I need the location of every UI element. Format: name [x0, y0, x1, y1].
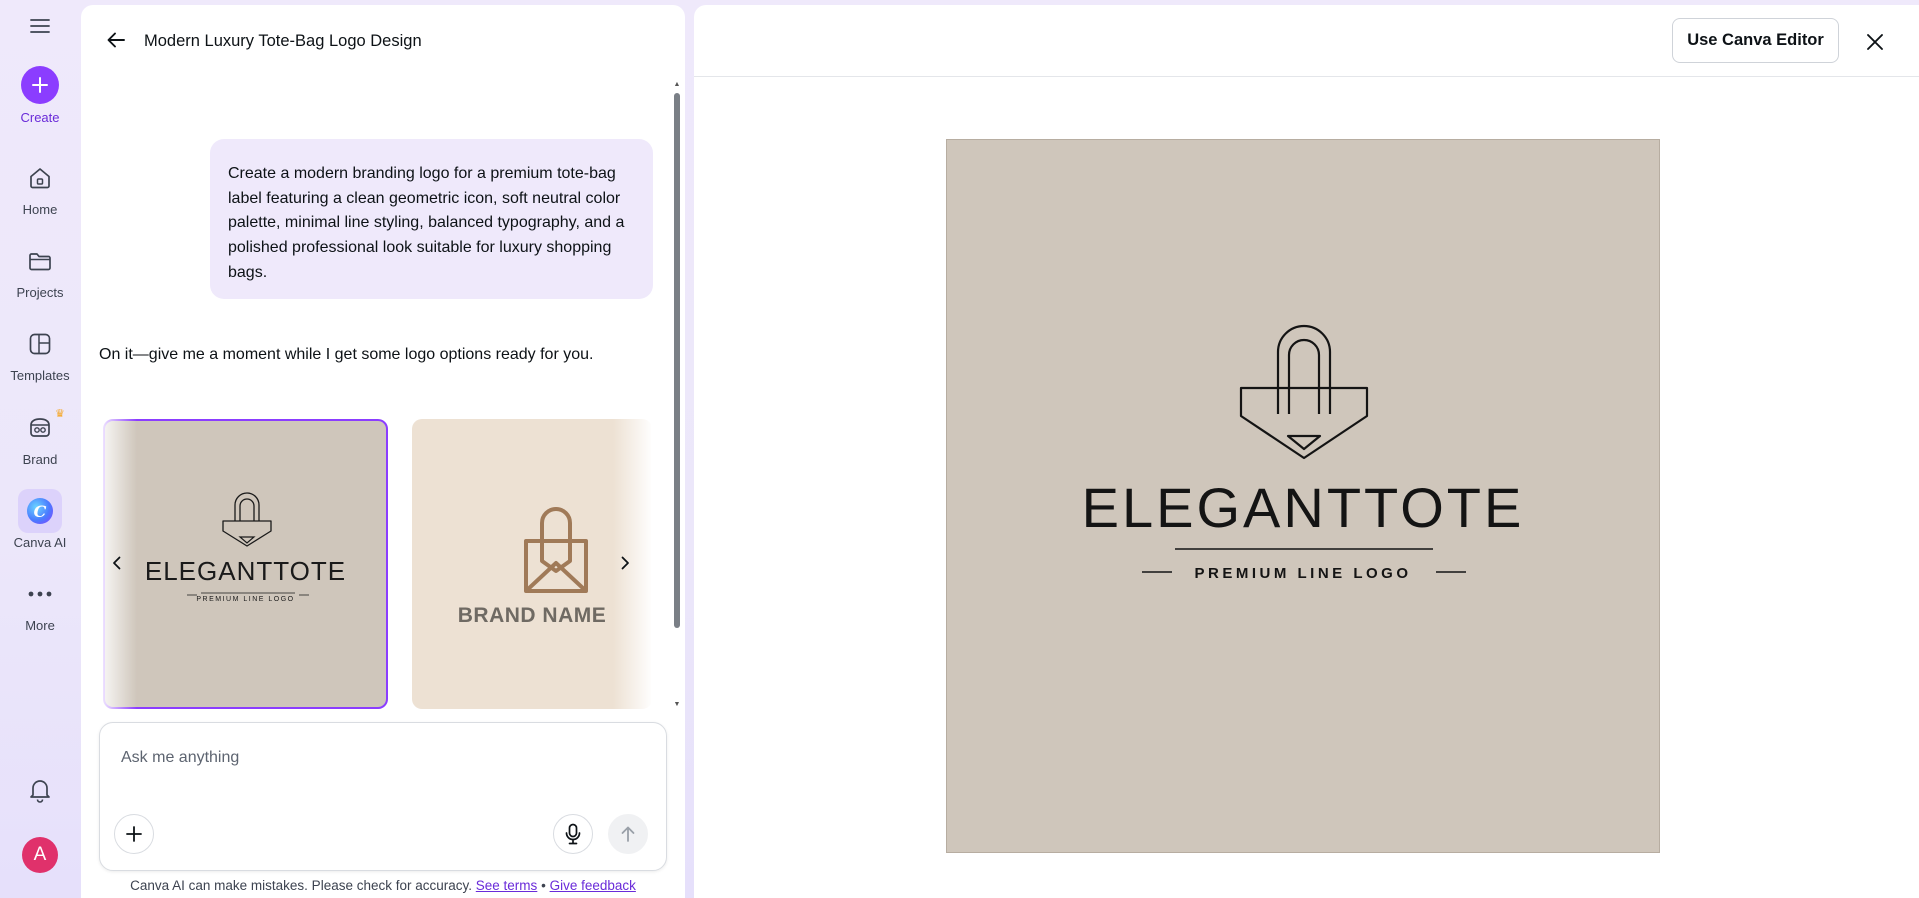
create-label: Create: [20, 110, 60, 125]
add-attachment-button[interactable]: [114, 814, 154, 854]
canva-ai-icon: C: [18, 489, 62, 533]
logo-subtitle: PREMIUM LINE LOGO: [1194, 565, 1412, 582]
more-dots-icon: [18, 572, 62, 616]
disclaimer: Canva AI can make mistakes. Please check…: [81, 878, 685, 893]
canva-ai-logo: C: [27, 498, 53, 524]
plus-icon: [21, 66, 59, 104]
disclaimer-text: Canva AI can make mistakes. Please check…: [130, 878, 473, 893]
create-button[interactable]: Create: [0, 66, 80, 125]
carousel-prev-button[interactable]: [103, 549, 131, 577]
rail-item-brand[interactable]: Brand: [0, 406, 80, 467]
logo-title: ELEGANTTOTE: [1081, 476, 1525, 539]
bell-icon: [18, 768, 62, 812]
give-feedback-link[interactable]: Give feedback: [550, 878, 636, 893]
user-message: Create a modern branding logo for a prem…: [210, 139, 653, 299]
home-icon: [18, 156, 62, 200]
left-rail: Create Home Projects Templates ♛ Brand C…: [0, 0, 80, 898]
scroll-down-arrow[interactable]: ▼: [673, 701, 681, 708]
see-terms-link[interactable]: See terms: [476, 878, 538, 893]
canva-ai-label: Canva AI: [13, 535, 67, 550]
rail-item-more[interactable]: More: [0, 572, 80, 633]
projects-label: Projects: [16, 285, 64, 300]
scroll-up-arrow[interactable]: ▲: [673, 81, 681, 88]
preview-panel: Use Canva Editor ELEGANTTOTE PREMIUM LIN…: [694, 5, 1919, 898]
folder-icon: [18, 239, 62, 283]
arrow-up-icon: [621, 826, 635, 842]
notifications-button[interactable]: [0, 768, 80, 812]
use-canva-editor-button[interactable]: Use Canva Editor: [1672, 18, 1839, 63]
carousel-next-button[interactable]: [611, 549, 639, 577]
brand-icon: [18, 406, 62, 450]
logo-preview-canvas: ELEGANTTOTE PREMIUM LINE LOGO: [946, 139, 1660, 853]
brand-label: Brand: [22, 452, 58, 467]
chevron-left-icon: [113, 556, 121, 570]
logo-options-carousel: ELEGANTTOTE PREMIUM LINE LOGO BRAND NAME: [99, 414, 651, 710]
tote-bag-logo-icon: [1239, 324, 1369, 460]
microphone-button[interactable]: [553, 814, 593, 854]
more-label: More: [25, 618, 55, 633]
avatar[interactable]: A: [22, 837, 58, 873]
menu-icon[interactable]: [22, 12, 58, 40]
chat-title: Modern Luxury Tote-Bag Logo Design: [144, 32, 422, 50]
option-1-title: ELEGANTTOTE: [144, 556, 347, 586]
chat-scrollbar[interactable]: ▲ ▼: [673, 81, 681, 711]
ask-input[interactable]: [119, 745, 639, 771]
rail-item-templates[interactable]: Templates: [0, 322, 80, 383]
rail-item-canva-ai[interactable]: C Canva AI: [0, 489, 80, 550]
scroll-thumb[interactable]: [674, 93, 680, 628]
templates-label: Templates: [10, 368, 70, 383]
disclaimer-separator: •: [541, 878, 546, 893]
close-icon[interactable]: [1863, 30, 1887, 54]
option-1-subtitle: PREMIUM LINE LOGO: [196, 596, 295, 603]
preview-toolbar: Use Canva Editor: [694, 5, 1919, 77]
rail-item-home[interactable]: Home: [0, 156, 80, 217]
send-button[interactable]: [608, 814, 648, 854]
plus-icon: [126, 826, 142, 842]
assistant-message: On it—give me a moment while I get some …: [99, 346, 594, 363]
microphone-icon: [565, 823, 581, 845]
option-2-title: BRAND NAME: [457, 604, 607, 627]
tote-bag-logo-icon: [222, 492, 272, 547]
chat-panel: Modern Luxury Tote-Bag Logo Design Creat…: [81, 5, 685, 898]
tote-bag-logo-icon: [524, 507, 588, 593]
home-label: Home: [22, 202, 58, 217]
back-arrow-icon[interactable]: [105, 29, 127, 51]
rail-item-projects[interactable]: Projects: [0, 239, 80, 300]
logo-option-card-1[interactable]: ELEGANTTOTE PREMIUM LINE LOGO: [103, 419, 388, 709]
templates-icon: [18, 322, 62, 366]
chat-header: Modern Luxury Tote-Bag Logo Design: [81, 5, 685, 75]
chat-composer: [99, 722, 667, 871]
chevron-right-icon: [621, 556, 629, 570]
